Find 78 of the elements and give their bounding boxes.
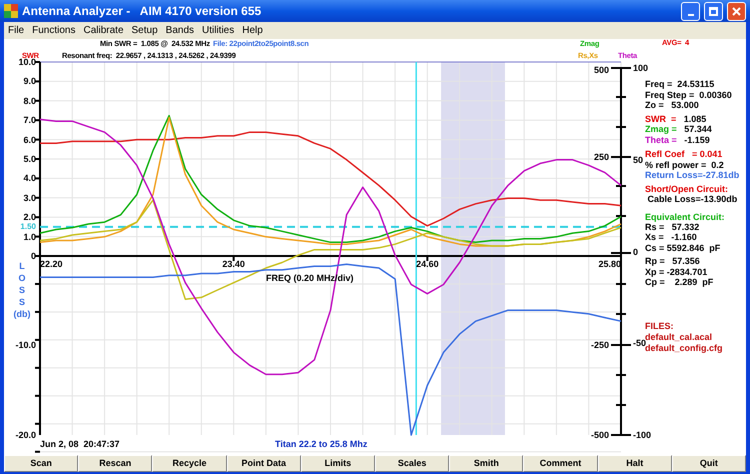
caption: Titan 22.2 to 25.8 Mhz (275, 438, 368, 450)
readout-line: FILES: (645, 321, 674, 332)
readout-line: default_config.cfg (645, 343, 723, 354)
axis-label: 2.0 (23, 211, 36, 223)
readout-line: Refl Coef = 0.041 (645, 149, 722, 160)
menu-item[interactable]: Setup (128, 24, 162, 38)
toolbar-button[interactable]: Halt (598, 455, 672, 472)
axis-label: -10.0 (15, 339, 36, 351)
axis-title: (db) (14, 308, 30, 320)
menu-item[interactable]: Help (238, 24, 267, 38)
axis-label: 22.20 (40, 258, 63, 270)
readout-line: Freq Step = 0.00360 (645, 90, 732, 101)
readout-line: Rp = 57.356 (645, 256, 700, 267)
menu-item[interactable]: Bands (162, 24, 198, 38)
axis-label: 50 (633, 154, 644, 166)
toolbar-button[interactable]: Recycle (152, 455, 227, 472)
maximize-button[interactable] (704, 2, 723, 20)
readout-line: % refl power = 0.2 (645, 160, 724, 171)
axis-label: 250 (594, 151, 609, 163)
menu-item[interactable]: Calibrate (79, 24, 128, 38)
timestamp: Jun 2, 08 20:47:37 (40, 438, 120, 450)
readout-line: Xs = -1.160 (645, 232, 697, 243)
axis-title: S (19, 284, 25, 296)
axis-label: 4.0 (23, 172, 36, 184)
readout-line: Cp = 2.289 pF (645, 277, 714, 288)
readout-line: Zo = 53.000 (645, 100, 699, 111)
menu-item[interactable]: Functions (28, 24, 80, 38)
toolbar-button[interactable]: Smith (449, 455, 524, 472)
axis-title: O (18, 272, 26, 284)
axis-label: 8.0 (23, 94, 36, 107)
minimize-button[interactable] (681, 2, 700, 20)
axis-label: 10.0 (18, 57, 36, 68)
toolbar-button[interactable]: Limits (300, 455, 376, 472)
readout-line: Return Loss=-27.81db (645, 170, 740, 181)
close-button[interactable] (727, 2, 746, 20)
readout-line: Theta = -1.159 (645, 135, 710, 146)
window-title: Antenna Analyzer - AIM 4170 version 655 (22, 3, 262, 20)
axis-label: -20.0 (15, 429, 36, 441)
axis-label: 100 (633, 62, 648, 74)
toolbar-button[interactable]: Rescan (78, 455, 152, 472)
toolbar-button[interactable]: Scan (4, 455, 78, 472)
readout-line: default_cal.acal (645, 332, 712, 342)
axis-label: 3.0 (23, 192, 36, 204)
minimize-icon (688, 14, 694, 16)
toolbar-button[interactable]: Scales (375, 455, 450, 472)
axis-label: -500 (590, 429, 609, 441)
readout-line: Short/Open Circuit: (645, 184, 728, 195)
axis-label: 23.40 (222, 258, 245, 270)
toolbar-button[interactable]: Quit (672, 455, 746, 472)
readout-line: Equivalent Circuit: (645, 212, 725, 223)
axis-label: 7.0 (23, 114, 36, 126)
toolbar-button[interactable]: Comment (523, 455, 598, 472)
readout-line: Xp = -2834.701 (645, 267, 708, 278)
axis-label: -250 (590, 339, 609, 351)
menu-item[interactable]: File (4, 24, 28, 38)
axis-label: 9.0 (23, 75, 36, 88)
axis-label: -50 (633, 338, 646, 348)
axis-title: L (19, 260, 25, 272)
marker-label: 1.50 (20, 221, 36, 233)
axis-label: -100 (633, 429, 652, 441)
readout-line: Rs = 57.332 (645, 222, 700, 233)
menu-item[interactable]: Utilities (198, 24, 238, 38)
axis-label: 1.0 (23, 230, 36, 243)
axis-label: 6.0 (23, 134, 36, 146)
readout-line: SWR = 1.085 (645, 114, 706, 125)
axis-title: S (19, 296, 25, 308)
readout-line: Zmag = 57.344 (645, 124, 712, 135)
axis-label: 5.0 (23, 153, 36, 165)
app-icon (4, 4, 18, 18)
close-icon (732, 6, 741, 16)
axis-label: 25.80 (598, 258, 621, 270)
axis-label: 500 (594, 64, 609, 76)
toolbar-button[interactable]: Point Data (226, 455, 301, 472)
readout-line: Cs = 5592.846 pF (645, 243, 720, 254)
axis-label: 0 (633, 246, 638, 258)
readout-line: Cable Loss=-13.90db (646, 194, 738, 205)
maximize-icon (709, 6, 718, 16)
readout-line: Freq = 24.53115 (645, 79, 714, 90)
